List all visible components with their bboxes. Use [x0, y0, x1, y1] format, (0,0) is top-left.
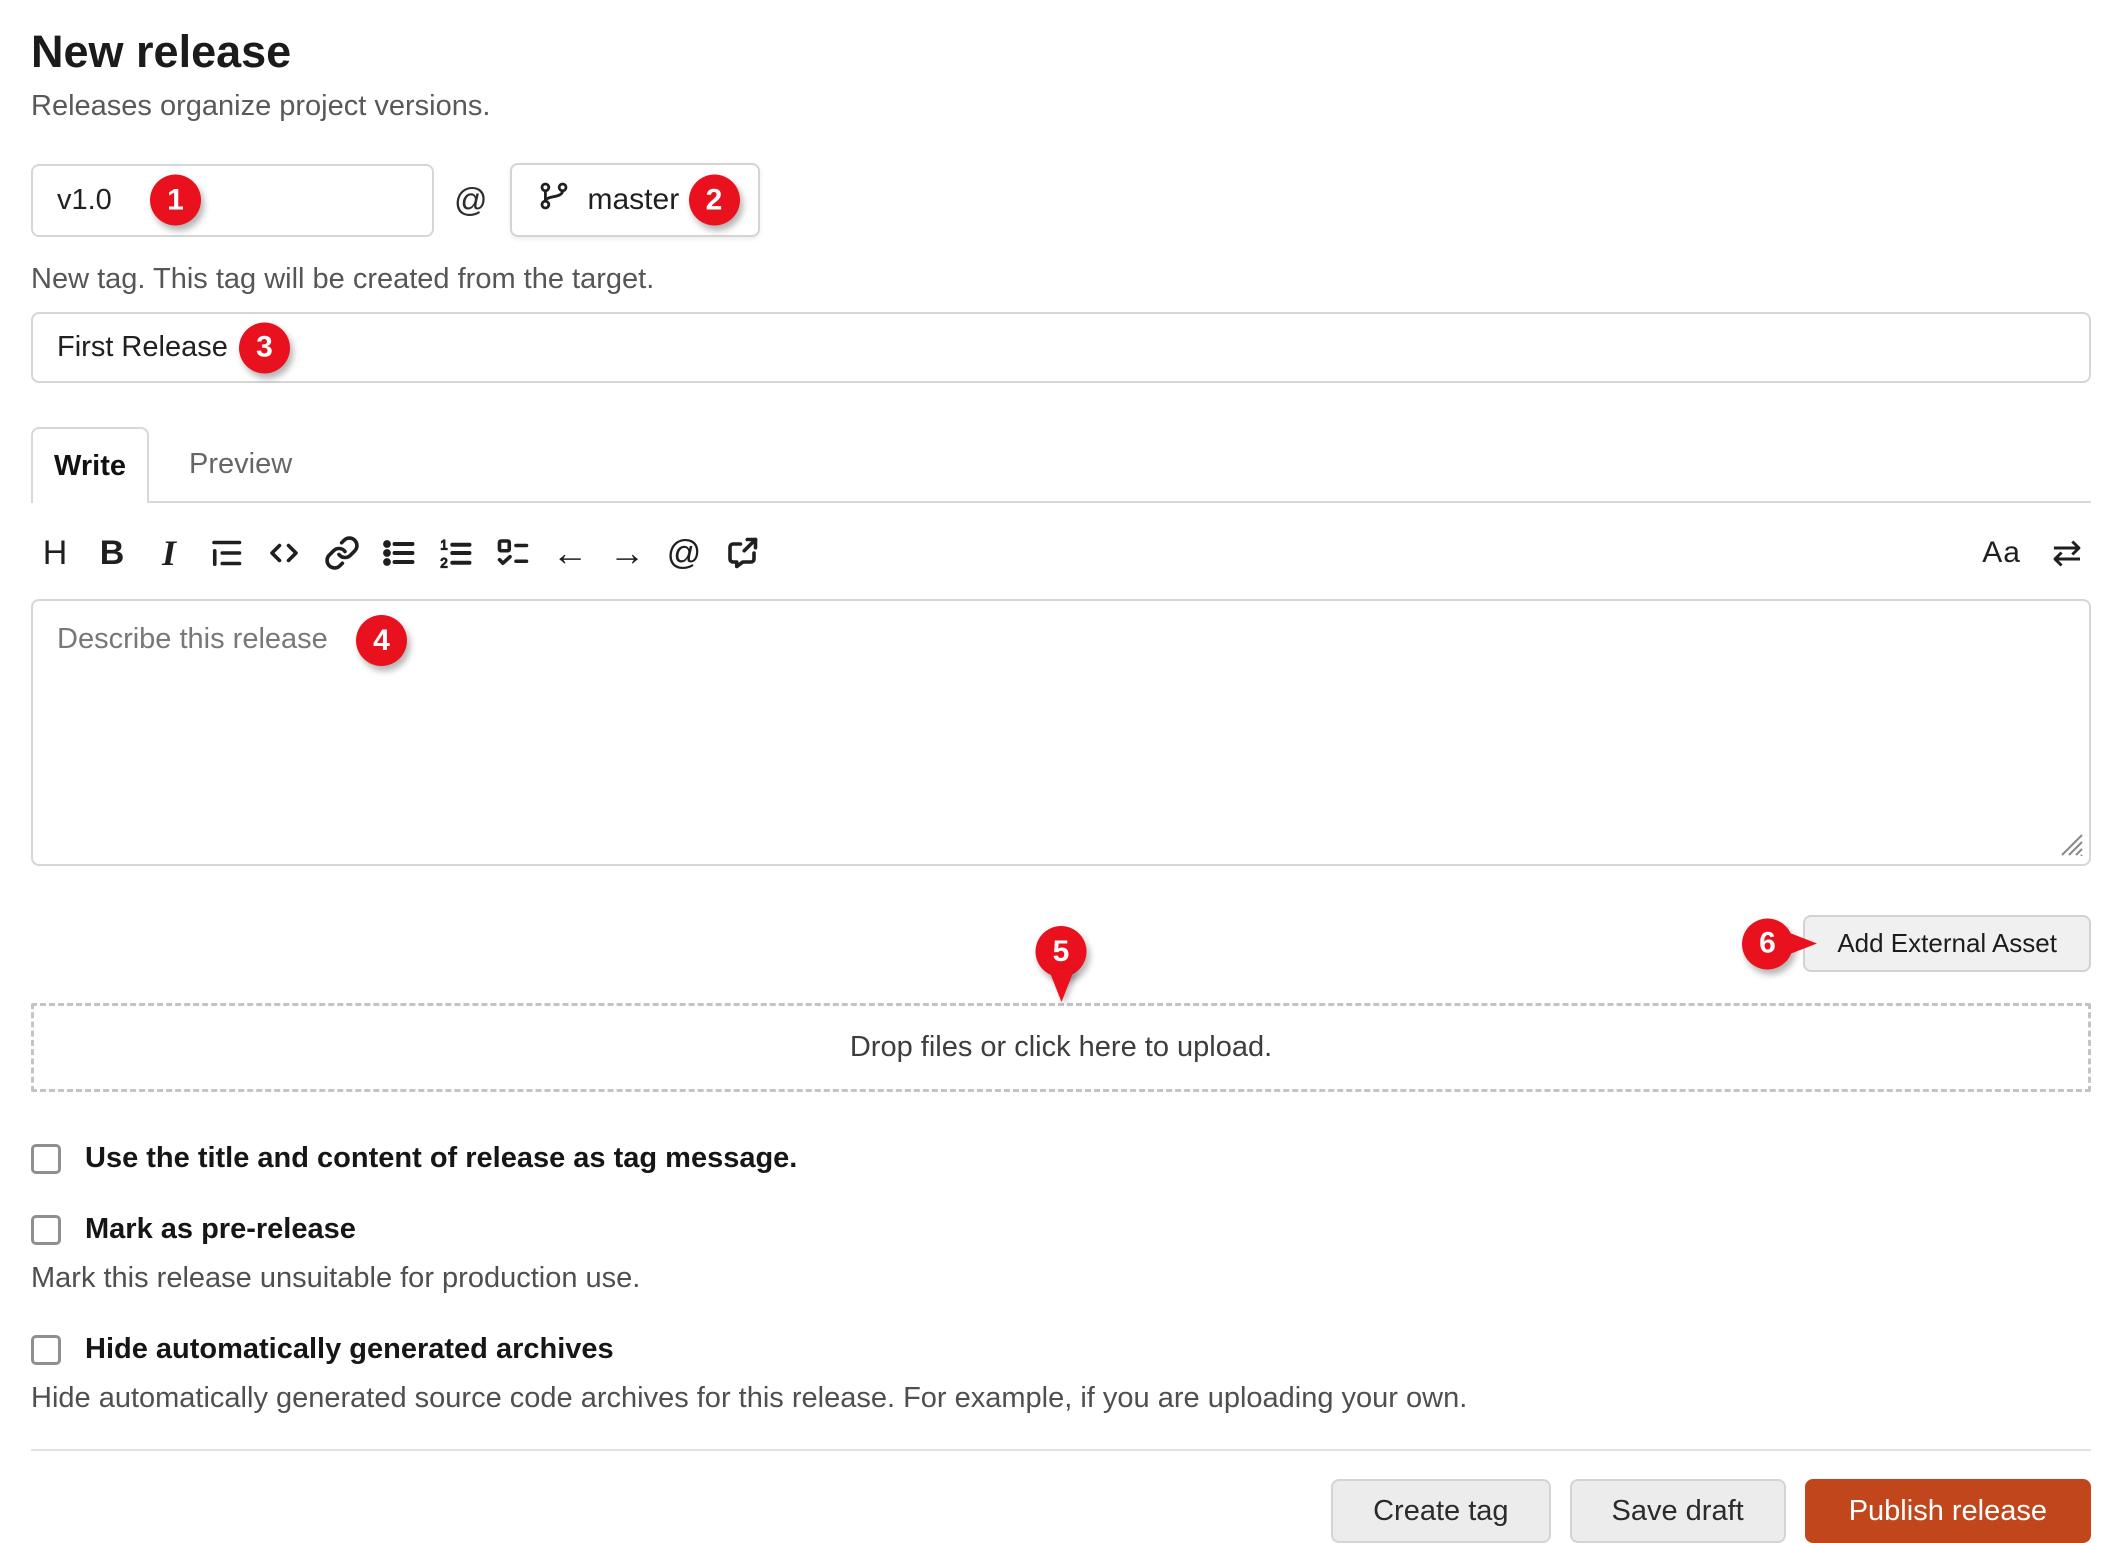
ordered-list-icon[interactable]: 1 2 [438, 533, 474, 573]
release-options: Use the title and content of release as … [31, 1142, 2091, 1415]
switch-editor-icon[interactable]: ⇄ [2049, 533, 2085, 573]
mention-icon[interactable]: @ [666, 533, 702, 573]
link-icon[interactable] [324, 533, 360, 573]
annotation-marker-6-tail [1786, 932, 1817, 956]
indent-arrow-icon[interactable]: → [609, 533, 645, 573]
tag-message-label: Use the title and content of release as … [85, 1142, 797, 1175]
option-tag-message: Use the title and content of release as … [31, 1142, 2091, 1175]
add-external-asset-button[interactable]: Add External Asset [1803, 915, 2091, 972]
unordered-list-icon[interactable] [381, 533, 417, 573]
tag-name-input[interactable] [31, 164, 434, 237]
toolbar-right-group: Aa ⇄ [1982, 533, 2085, 573]
page-title: New release [31, 26, 2091, 78]
release-title-input[interactable] [31, 312, 2091, 383]
annotation-marker-1: 1 [150, 175, 201, 226]
reference-icon[interactable] [723, 533, 761, 573]
option-hide-archives-row[interactable]: Hide automatically generated archives [31, 1333, 2091, 1366]
hide-archives-description: Hide automatically generated source code… [31, 1382, 2091, 1415]
hide-archives-checkbox[interactable] [31, 1335, 61, 1365]
monospace-icon[interactable]: Aa [1982, 533, 2021, 573]
attachments-dropzone[interactable]: 5 Drop files or click here to upload. [31, 1003, 2091, 1092]
release-description-wrap: 4 [31, 599, 2091, 871]
create-tag-button[interactable]: Create tag [1331, 1479, 1550, 1543]
hide-archives-label: Hide automatically generated archives [85, 1333, 614, 1366]
new-release-page: New release Releases organize project ve… [0, 0, 2122, 1543]
footer-divider [31, 1449, 2091, 1451]
svg-text:2: 2 [440, 555, 448, 570]
tag-name-input-wrap: 1 [31, 164, 434, 237]
heading-icon[interactable]: H [37, 533, 73, 573]
tag-message-checkbox[interactable] [31, 1144, 61, 1174]
target-branch-label: master [588, 183, 680, 217]
bold-icon[interactable]: B [94, 533, 130, 573]
dropzone-text: Drop files or click here to upload. [850, 1031, 1272, 1064]
option-pre-release: Mark as pre-release Mark this release un… [31, 1213, 2091, 1295]
pre-release-description: Mark this release unsuitable for product… [31, 1262, 2091, 1295]
svg-text:1: 1 [440, 537, 448, 552]
pre-release-checkbox[interactable] [31, 1215, 61, 1245]
textarea-resize-handle[interactable] [2057, 830, 2083, 861]
release-title-input-wrap: 3 [31, 312, 2091, 383]
annotation-marker-4: 4 [356, 615, 407, 666]
annotation-marker-5: 5 [1036, 926, 1087, 1002]
publish-release-button[interactable]: Publish release [1805, 1479, 2091, 1543]
page-subtitle: Releases organize project versions. [31, 90, 2091, 123]
markdown-toolbar: H B I 1 2 [31, 533, 2091, 573]
outdent-arrow-icon[interactable]: ← [552, 533, 588, 573]
annotation-marker-5-tail [1048, 969, 1074, 1002]
option-pre-release-row[interactable]: Mark as pre-release [31, 1213, 2091, 1246]
footer-actions: Create tag Save draft Publish release [31, 1479, 2091, 1543]
pre-release-label: Mark as pre-release [85, 1213, 356, 1246]
git-branch-icon [538, 180, 570, 220]
editor-tab-bar: Write Preview [31, 427, 2091, 503]
option-tag-message-row[interactable]: Use the title and content of release as … [31, 1142, 2091, 1175]
annotation-marker-6: 6 [1742, 918, 1793, 969]
task-list-icon[interactable] [495, 533, 531, 573]
annotation-marker-3: 3 [239, 322, 290, 373]
option-hide-archives: Hide automatically generated archives Hi… [31, 1333, 2091, 1415]
italic-icon[interactable]: I [151, 533, 187, 573]
quote-icon[interactable] [208, 533, 244, 573]
save-draft-button[interactable]: Save draft [1570, 1479, 1786, 1543]
target-branch-button[interactable]: master 2 [510, 163, 760, 237]
tag-target-row: 1 @ master 2 [31, 163, 2091, 237]
code-icon[interactable] [265, 533, 303, 573]
tab-preview[interactable]: Preview [149, 427, 332, 501]
tab-write[interactable]: Write [31, 427, 149, 503]
at-symbol: @ [454, 181, 488, 219]
annotation-marker-2: 2 [689, 175, 740, 226]
tag-help-text: New tag. This tag will be created from t… [31, 263, 2091, 296]
release-description-textarea[interactable] [31, 599, 2091, 866]
